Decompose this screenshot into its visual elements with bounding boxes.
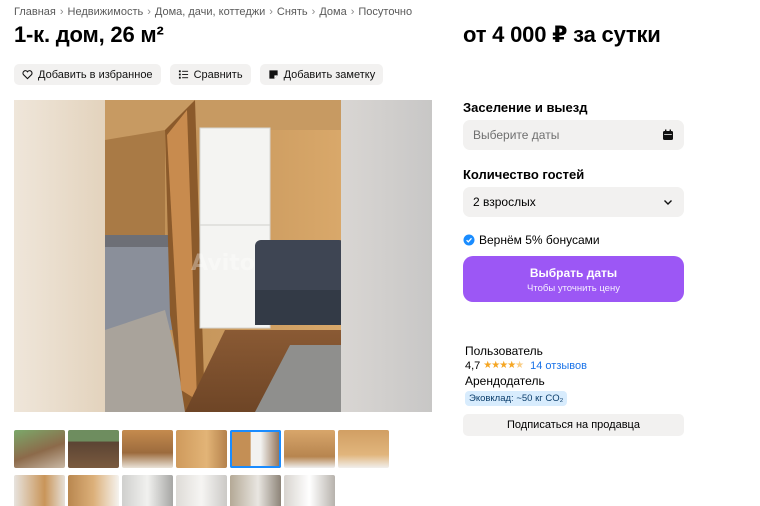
- bonus-text: Вернём 5% бонусами: [479, 233, 600, 247]
- reviews-link[interactable]: 14 отзывов: [530, 360, 587, 372]
- add-note-label: Добавить заметку: [283, 68, 376, 81]
- subscribe-button[interactable]: Подписаться на продавца: [463, 414, 684, 436]
- bonus-icon: [463, 234, 475, 246]
- breadcrumb-item[interactable]: Главная: [14, 6, 56, 18]
- rating-value: 4,7: [465, 359, 481, 372]
- price: от 4 000 ₽ за сутки: [463, 22, 661, 47]
- eco-badge: Эковклад: ~50 кг CO₂: [465, 391, 568, 406]
- calendar-icon: [663, 129, 673, 140]
- breadcrumb-item[interactable]: Дома: [319, 6, 346, 18]
- chevron-down-icon: [664, 200, 672, 205]
- photo-thumbnail[interactable]: [122, 430, 173, 468]
- guests-label: Количество гостей: [463, 167, 585, 182]
- photo-thumbnail[interactable]: [68, 430, 119, 468]
- breadcrumb-item[interactable]: Посуточно: [358, 6, 412, 18]
- dates-label: Заселение и выезд: [463, 100, 588, 115]
- breadcrumb-item[interactable]: Дома, дачи, коттеджи: [155, 6, 265, 18]
- seller-rating: 4,7 ★★★★★ 14 отзывов: [465, 358, 587, 373]
- seller-name[interactable]: Пользователь: [465, 343, 587, 358]
- watermark: Avito: [191, 251, 255, 276]
- add-note-button[interactable]: Добавить заметку: [259, 64, 384, 85]
- photo-thumbnail[interactable]: [14, 475, 65, 506]
- photo-gallery[interactable]: Avito: [14, 100, 432, 412]
- photo-thumbnail[interactable]: [230, 430, 281, 468]
- compare-button[interactable]: Сравнить: [169, 64, 251, 85]
- compare-label: Сравнить: [193, 68, 243, 81]
- photo-thumbnail[interactable]: [338, 430, 389, 468]
- main-photo: Avito: [105, 100, 341, 412]
- rating-stars: ★★★★★: [483, 360, 524, 371]
- bonus-info: Вернём 5% бонусами: [463, 233, 600, 247]
- photo-thumbnail[interactable]: [122, 475, 173, 506]
- seller-card: Пользователь 4,7 ★★★★★ 14 отзывов Арендо…: [465, 343, 587, 406]
- heart-icon: [22, 70, 33, 80]
- page-title: 1-к. дом, 26 м²: [14, 22, 164, 47]
- thumbnail-strip: [14, 430, 389, 506]
- guests-value: 2 взрослых: [473, 195, 536, 209]
- photo-thumbnail[interactable]: [176, 475, 227, 506]
- breadcrumb: Главная › Недвижимость › Дома, дачи, коттедж…: [14, 6, 413, 18]
- photo-thumbnail[interactable]: [284, 475, 335, 506]
- add-to-favorites-label: Добавить в избранное: [38, 68, 153, 81]
- note-icon: [268, 70, 278, 79]
- select-dates-sublabel: Чтобы уточнить цену: [527, 283, 620, 294]
- breadcrumb-item[interactable]: Снять: [277, 6, 308, 18]
- add-to-favorites-button[interactable]: Добавить в избранное: [14, 64, 161, 85]
- photo-thumbnail[interactable]: [284, 430, 335, 468]
- dates-picker[interactable]: Выберите даты: [463, 120, 684, 150]
- select-dates-button[interactable]: Выбрать даты Чтобы уточнить цену: [463, 256, 684, 302]
- dates-placeholder: Выберите даты: [473, 128, 560, 142]
- select-dates-label: Выбрать даты: [529, 266, 618, 280]
- seller-role: Арендодатель: [465, 373, 545, 388]
- gallery-blur-left: [14, 100, 105, 412]
- gallery-blur-right: [341, 100, 432, 412]
- photo-thumbnail[interactable]: [68, 475, 119, 506]
- photo-thumbnail[interactable]: [14, 430, 65, 468]
- listing-actions: Добавить в избранное Сравнить Добавить з…: [14, 64, 384, 85]
- guests-select[interactable]: 2 взрослых: [463, 187, 684, 217]
- photo-thumbnail[interactable]: [176, 430, 227, 468]
- breadcrumb-item[interactable]: Недвижимость: [68, 6, 144, 18]
- photo-thumbnail[interactable]: [230, 475, 281, 506]
- compare-icon: [178, 70, 188, 79]
